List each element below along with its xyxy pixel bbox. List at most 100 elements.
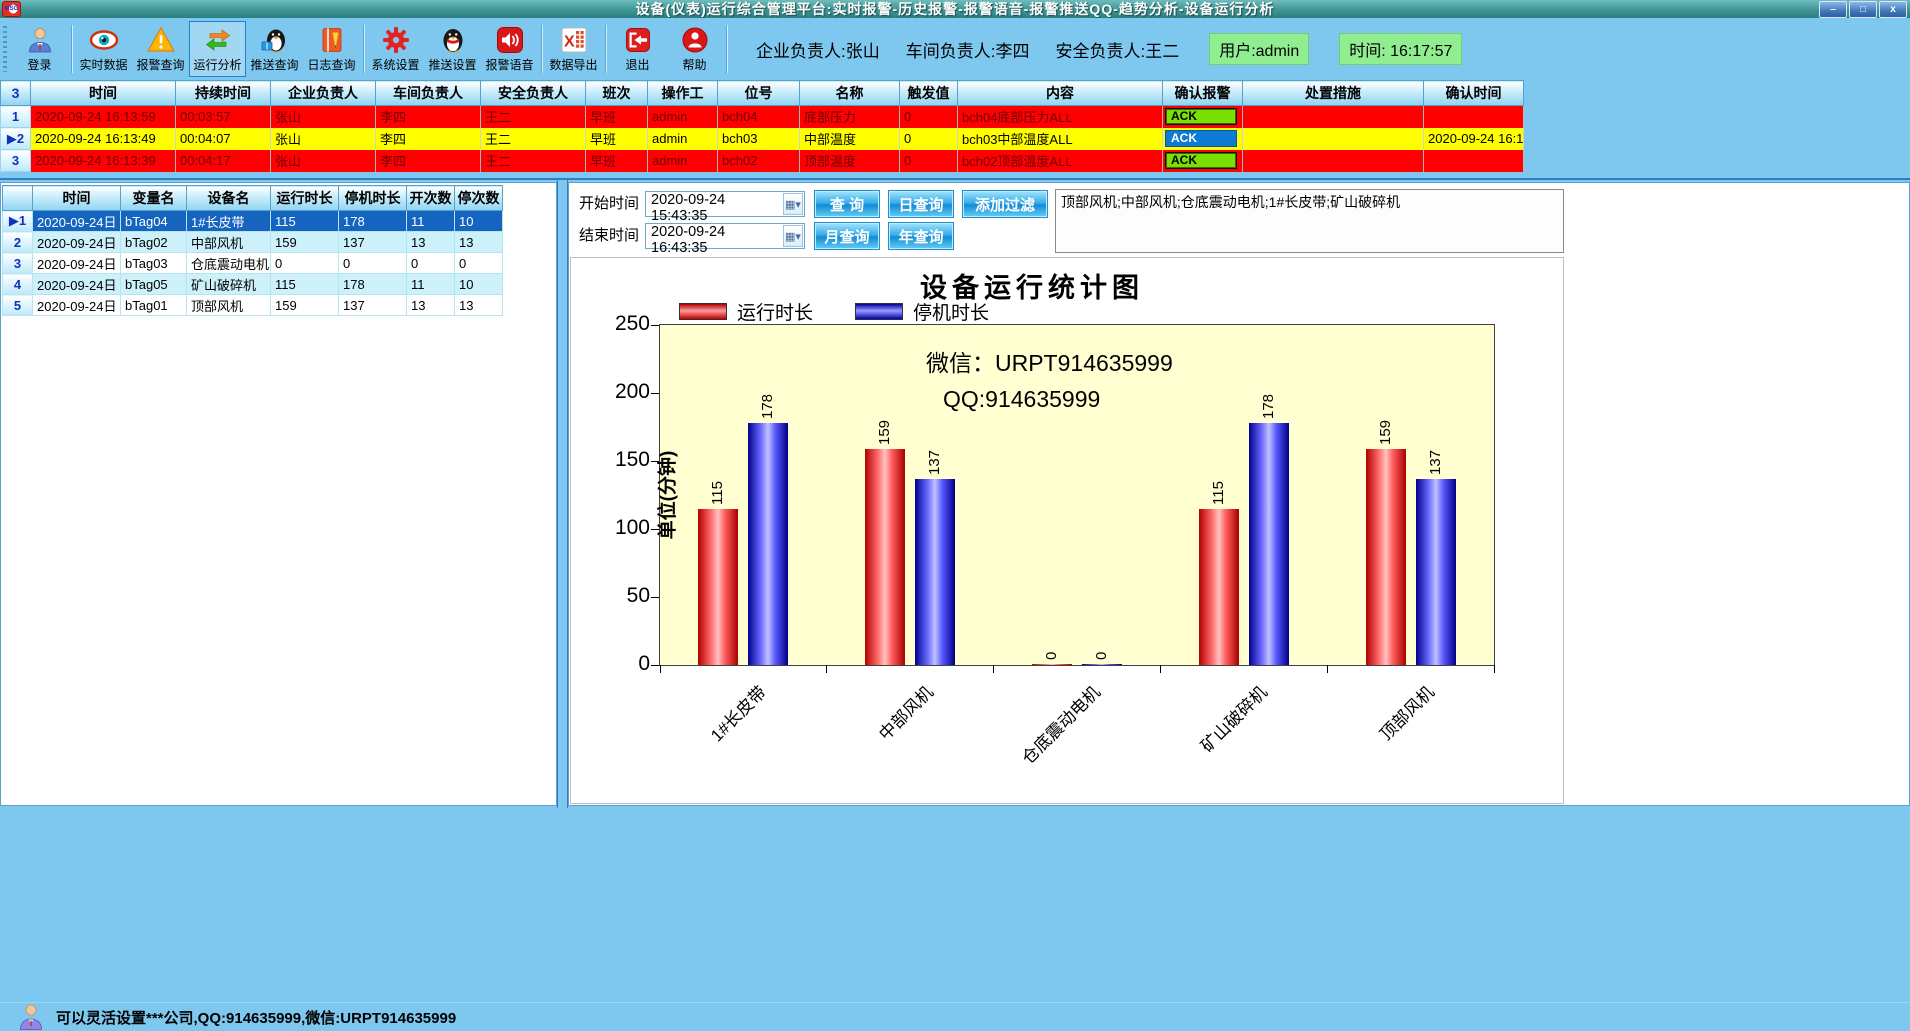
y-tick-mark [651,665,659,666]
bar-run [865,449,905,665]
toolbar-button-label: 实时数据 [79,56,127,73]
device-cell: 159 [271,295,339,316]
alarm-cell: 0 [900,106,958,128]
alarm-column-header: 车间负责人 [376,81,481,106]
x-category-label: 矿山破碎机 [1134,679,1272,817]
alarm-cell: admin [648,128,718,150]
device-cell: 2020-09-24日 [33,274,121,295]
alarm-cell: admin [648,150,718,172]
alarm-column-header: 处置措施 [1243,81,1424,106]
alarm-measure-cell [1243,106,1424,128]
alarm-cell: 张山 [271,106,376,128]
qq-penguin-icon [438,25,468,55]
alarm-measure-cell [1243,150,1424,172]
bar-value-label: 137 [1428,431,1444,475]
y-tick-label: 200 [594,380,650,404]
alarm-cell: bch02 [718,150,800,172]
bar-run [1366,449,1406,665]
bar-value-label: 159 [1378,401,1394,445]
end-time-label: 结束时间 [579,223,639,249]
legend-swatch [679,303,727,320]
device-filter-textbox[interactable]: 顶部风机;中部风机;仓底震动电机;1#长皮带;矿山破碎机 [1055,189,1564,253]
y-tick-mark [651,529,659,530]
current-time-badge: 时间: 16:17:57 [1339,33,1462,65]
device-column-header: 停机时长 [339,186,407,211]
toolbar-button-label: 运行分析 [193,56,241,73]
device-table-row[interactable]: 32020-09-24日bTag03仓底震动电机0000 [3,253,503,274]
alarm-cell: 底部压力 [800,106,900,128]
close-button[interactable]: x [1879,1,1907,18]
device-cell: 11 [407,211,455,232]
login-button[interactable]: 登录 [11,21,68,77]
ack-button[interactable]: ACK [1165,108,1237,125]
device-cell: 0 [339,253,407,274]
chart-annotation: QQ:914635999 [943,386,1100,413]
alarm-query-button[interactable]: 报警查询 [132,21,189,77]
legend-item: 停机时长 [855,298,989,325]
system-settings-button[interactable]: 系统设置 [367,21,424,77]
alarm-column-header: 确认时间 [1424,81,1524,106]
window-title: 设备(仪表)运行综合管理平台:实时报警-历史报警-报警语音-报警推送QQ-趋势分… [0,0,1910,19]
device-cell: 13 [455,295,503,316]
row-number-cell: ▶2 [1,128,31,150]
alarm-voice-button[interactable]: 报警语音 [481,21,538,77]
alarm-table-row[interactable]: 32020-09-24 16:13:3900:04:17张山李四王二早班admi… [1,150,1524,172]
y-tick-mark [651,393,659,394]
day-query-button[interactable]: 日查询 [889,191,953,217]
month-query-button[interactable]: 月查询 [815,223,879,249]
alarm-cell: 王二 [481,150,586,172]
data-export-button[interactable]: X 数据导出 [545,21,602,77]
query-button[interactable]: 查 询 [815,191,879,217]
statusbar: 可以灵活设置***公司,QQ:914635999,微信:URPT91463599… [0,1002,1910,1031]
x-category-label: 顶部风机 [1300,679,1438,817]
alarm-corner-cell: 3 [1,81,31,106]
row-number-cell: 3 [3,253,33,274]
alarm-table-row[interactable]: ▶22020-09-24 16:13:4900:04:07张山李四王二早班adm… [1,128,1524,150]
alarm-confirm-time-cell [1424,106,1524,128]
alarm-cell: 早班 [586,128,648,150]
alarm-table-row[interactable]: 12020-09-24 16:13:5900:03:57张山李四王二早班admi… [1,106,1524,128]
run-analysis-button[interactable]: 运行分析 [189,21,246,77]
speaker-icon [495,25,525,55]
minimize-button[interactable]: – [1819,1,1847,18]
start-time-input[interactable]: 2020-09-24 15:43:35 [645,191,805,217]
end-time-calendar-dropdown[interactable]: ▦▾ [783,225,803,247]
end-time-input[interactable]: 2020-09-24 16:43:35 [645,223,805,249]
device-table-row[interactable]: 42020-09-24日bTag05矿山破碎机1151781110 [3,274,503,295]
alarm-column-header: 名称 [800,81,900,106]
device-table: 时间变量名设备名运行时长停机时长开次数停次数▶12020-09-24日bTag0… [2,185,503,316]
alarm-cell: 2020-09-24 16:13:59 [31,106,176,128]
ack-button[interactable]: ACK [1165,152,1237,169]
chart-annotation: 微信：URPT914635999 [926,344,1173,378]
x-category-label: 中部风机 [800,679,938,817]
panel-splitter[interactable] [557,180,568,808]
row-number-cell: 2 [3,232,33,253]
help-button[interactable]: 帮助 [666,21,723,77]
log-query-button[interactable]: 日志查询 [303,21,360,77]
device-table-row[interactable]: 52020-09-24日bTag01顶部风机1591371313 [3,295,503,316]
exit-button[interactable]: 退出 [609,21,666,77]
notebook-pencil-icon [317,25,347,55]
device-table-row[interactable]: ▶12020-09-24日bTag041#长皮带1151781110 [3,211,503,232]
toolbar-separator [363,25,364,73]
add-filter-button[interactable]: 添加过滤 [963,191,1047,217]
year-query-button[interactable]: 年查询 [889,223,953,249]
y-tick-mark [651,597,659,598]
push-settings-button[interactable]: 推送设置 [424,21,481,77]
start-time-calendar-dropdown[interactable]: ▦▾ [783,193,803,215]
device-cell: 0 [271,253,339,274]
alarm-column-header: 持续时间 [176,81,271,106]
eye-icon [89,25,119,55]
realtime-data-button[interactable]: 实时数据 [75,21,132,77]
ack-button[interactable]: ACK [1165,130,1237,147]
alarm-cell: 李四 [376,150,481,172]
push-query-button[interactable]: 推送查询 [246,21,303,77]
chart-legend: 运行时长停机时长 [679,298,989,325]
device-table-row[interactable]: 22020-09-24日bTag02中部风机1591371313 [3,232,503,253]
toolbar-button-label: 报警语音 [485,56,533,73]
bar-value-label: 115 [1211,461,1227,505]
device-cell: 1#长皮带 [187,211,271,232]
toolbar-button-label: 登录 [27,56,51,73]
restore-button[interactable]: □ [1849,1,1877,18]
y-tick-label: 100 [594,516,650,540]
